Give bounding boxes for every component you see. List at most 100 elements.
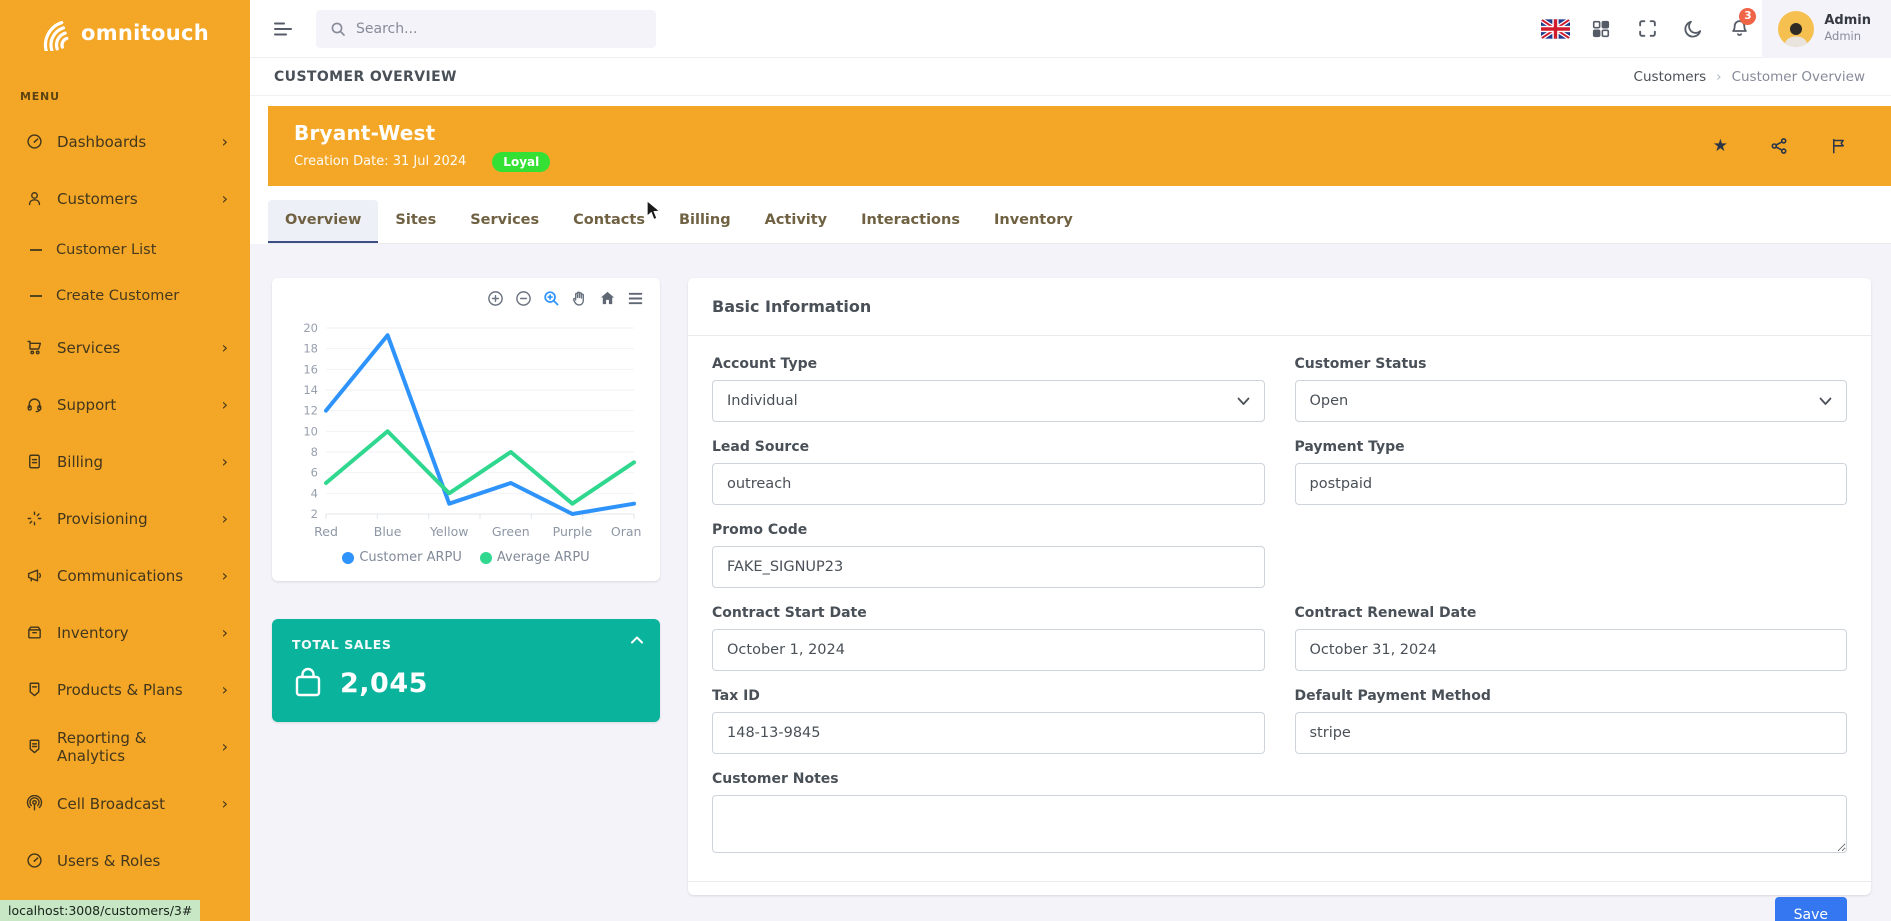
lead-source-input[interactable] (712, 463, 1265, 505)
field-promo-code: Promo Code (712, 522, 1265, 588)
svg-text:18: 18 (303, 342, 318, 356)
payment-type-input[interactable] (1295, 463, 1848, 505)
notifications-bell-button[interactable]: 3 (1716, 0, 1762, 58)
legend-item-customer-arpu[interactable]: Customer ARPU (342, 550, 462, 565)
default-payment-method-input[interactable] (1295, 712, 1848, 754)
sidebar-item-cell-broadcast[interactable]: Cell Broadcast› (0, 775, 250, 832)
sidebar-subitem-create-customer[interactable]: Create Customer (0, 273, 250, 319)
chart-legend: Customer ARPU Average ARPU (288, 550, 644, 565)
selected-value: Open (1310, 393, 1349, 409)
field-contract-renewal-date: Contract Renewal Date (1295, 605, 1848, 671)
promo-code-input[interactable] (712, 546, 1265, 588)
page-title: CUSTOMER OVERVIEW (274, 69, 457, 85)
sidebar-item-services[interactable]: Services› (0, 319, 250, 376)
legend-item-average-arpu[interactable]: Average ARPU (480, 550, 590, 565)
sidebar-subitem-customer-list[interactable]: Customer List (0, 227, 250, 273)
logo-text: omnitouch (81, 21, 209, 45)
omnitouch-logo[interactable]: omnitouch (0, 0, 250, 66)
chart-reset-home-button[interactable] (599, 290, 616, 307)
chart-toolbar (487, 290, 644, 307)
customer-tabs: OverviewSitesServicesContactsBillingActi… (268, 200, 1891, 244)
svg-text:20: 20 (303, 321, 318, 335)
sidebar-item-label: Products & Plans (57, 681, 183, 699)
sidebar-item-billing[interactable]: Billing› (0, 433, 250, 490)
tab-contacts[interactable]: Contacts (556, 200, 662, 243)
svg-text:Red: Red (314, 524, 338, 539)
banner-actions: ★ (1713, 137, 1847, 155)
contract-renewal-date-input[interactable] (1295, 629, 1848, 671)
collapse-chevron-up-icon[interactable] (630, 635, 644, 645)
tax-id-label: Tax ID (712, 688, 1265, 704)
chart-pan-hand-button[interactable] (571, 290, 588, 307)
user-menu[interactable]: Admin Admin (1762, 0, 1891, 58)
report-tag-icon (26, 738, 43, 755)
sidebar-item-communications[interactable]: Communications› (0, 547, 250, 604)
sidebar-item-customers[interactable]: Customers› (0, 170, 250, 227)
page-title-bar: CUSTOMER OVERVIEW Customers › Customer O… (250, 58, 1891, 96)
tab-sites[interactable]: Sites (378, 200, 453, 243)
tab-billing[interactable]: Billing (662, 200, 748, 243)
sidebar-item-users-roles[interactable]: Users & Roles (0, 832, 250, 889)
chevron-right-icon: › (222, 623, 228, 642)
svg-text:Orange: Orange (611, 524, 642, 539)
sidebar-item-inventory[interactable]: Inventory› (0, 604, 250, 661)
basic-information-card: Basic Information Account TypeIndividual… (688, 278, 1871, 895)
sidebar-toggle-button[interactable] (266, 13, 300, 45)
dark-mode-button[interactable] (1670, 0, 1716, 58)
tab-services[interactable]: Services (453, 200, 556, 243)
field-contract-start-date: Contract Start Date (712, 605, 1265, 671)
apps-grid-button[interactable] (1578, 0, 1624, 58)
payment-type-label: Payment Type (1295, 439, 1848, 455)
contract-start-date-label: Contract Start Date (712, 605, 1265, 621)
sidebar-item-provisioning[interactable]: Provisioning› (0, 490, 250, 547)
tab-overview[interactable]: Overview (268, 200, 378, 243)
flag-icon[interactable] (1830, 137, 1847, 155)
save-button[interactable]: Save (1775, 897, 1847, 921)
breadcrumb-parent-link[interactable]: Customers (1634, 69, 1707, 85)
favorite-star-icon[interactable]: ★ (1713, 138, 1728, 155)
sidebar-item-label: Dashboards (57, 133, 146, 151)
status-badge: Loyal (492, 152, 550, 172)
tab-activity[interactable]: Activity (748, 200, 845, 243)
sidebar-item-support[interactable]: Support› (0, 376, 250, 433)
field-lead-source: Lead Source (712, 439, 1265, 505)
default-payment-method-label: Default Payment Method (1295, 688, 1848, 704)
sidebar-item-dashboards[interactable]: Dashboards› (0, 113, 250, 170)
main-area: 3 Admin Admin CUSTOM (250, 0, 1891, 921)
legend-label: Customer ARPU (359, 550, 462, 565)
chart-zoom-in-button[interactable] (487, 290, 504, 307)
svg-text:12: 12 (303, 404, 318, 418)
search-input[interactable] (356, 21, 642, 37)
gauge-icon (26, 133, 43, 150)
chevron-right-icon: › (222, 794, 228, 813)
search-box (316, 10, 656, 48)
language-flag-button[interactable] (1532, 0, 1578, 58)
form-footer: Save (688, 881, 1871, 921)
customer-notes-textarea[interactable] (712, 795, 1847, 853)
sidebar-item-label: Services (57, 339, 120, 357)
browser-status-url: localhost:3008/customers/3# (0, 900, 200, 921)
share-icon[interactable] (1770, 137, 1788, 155)
chart-zoom-out-button[interactable] (515, 290, 532, 307)
chart-selection-zoom-button[interactable] (543, 290, 560, 307)
contract-start-date-input[interactable] (712, 629, 1265, 671)
tax-id-input[interactable] (712, 712, 1265, 754)
left-column: 2468101214161820RedBlueYellowGreenPurple… (272, 278, 660, 921)
customer-status-select[interactable]: Open (1295, 380, 1848, 422)
fullscreen-button[interactable] (1624, 0, 1670, 58)
tab-inventory[interactable]: Inventory (977, 200, 1090, 243)
chart-menu-button[interactable] (627, 291, 644, 306)
sidebar-item-label: Billing (57, 453, 103, 471)
sidebar-item-label: Support (57, 396, 116, 414)
sidebar-item-products-plans[interactable]: Products & Plans› (0, 661, 250, 718)
selected-value: Individual (727, 393, 798, 409)
svg-text:Green: Green (492, 524, 530, 539)
tab-interactions[interactable]: Interactions (844, 200, 977, 243)
svg-text:4: 4 (311, 486, 318, 500)
sidebar-item-reporting-analytics[interactable]: Reporting & Analytics› (0, 718, 250, 775)
topbar-actions: 3 Admin Admin (1532, 0, 1891, 58)
sidebar: omnitouch MENU Dashboards›Customers›Cust… (0, 0, 250, 921)
sidebar-item-label: Provisioning (57, 510, 148, 528)
account-type-select[interactable]: Individual (712, 380, 1265, 422)
field-customer-notes: Customer Notes (712, 771, 1847, 857)
